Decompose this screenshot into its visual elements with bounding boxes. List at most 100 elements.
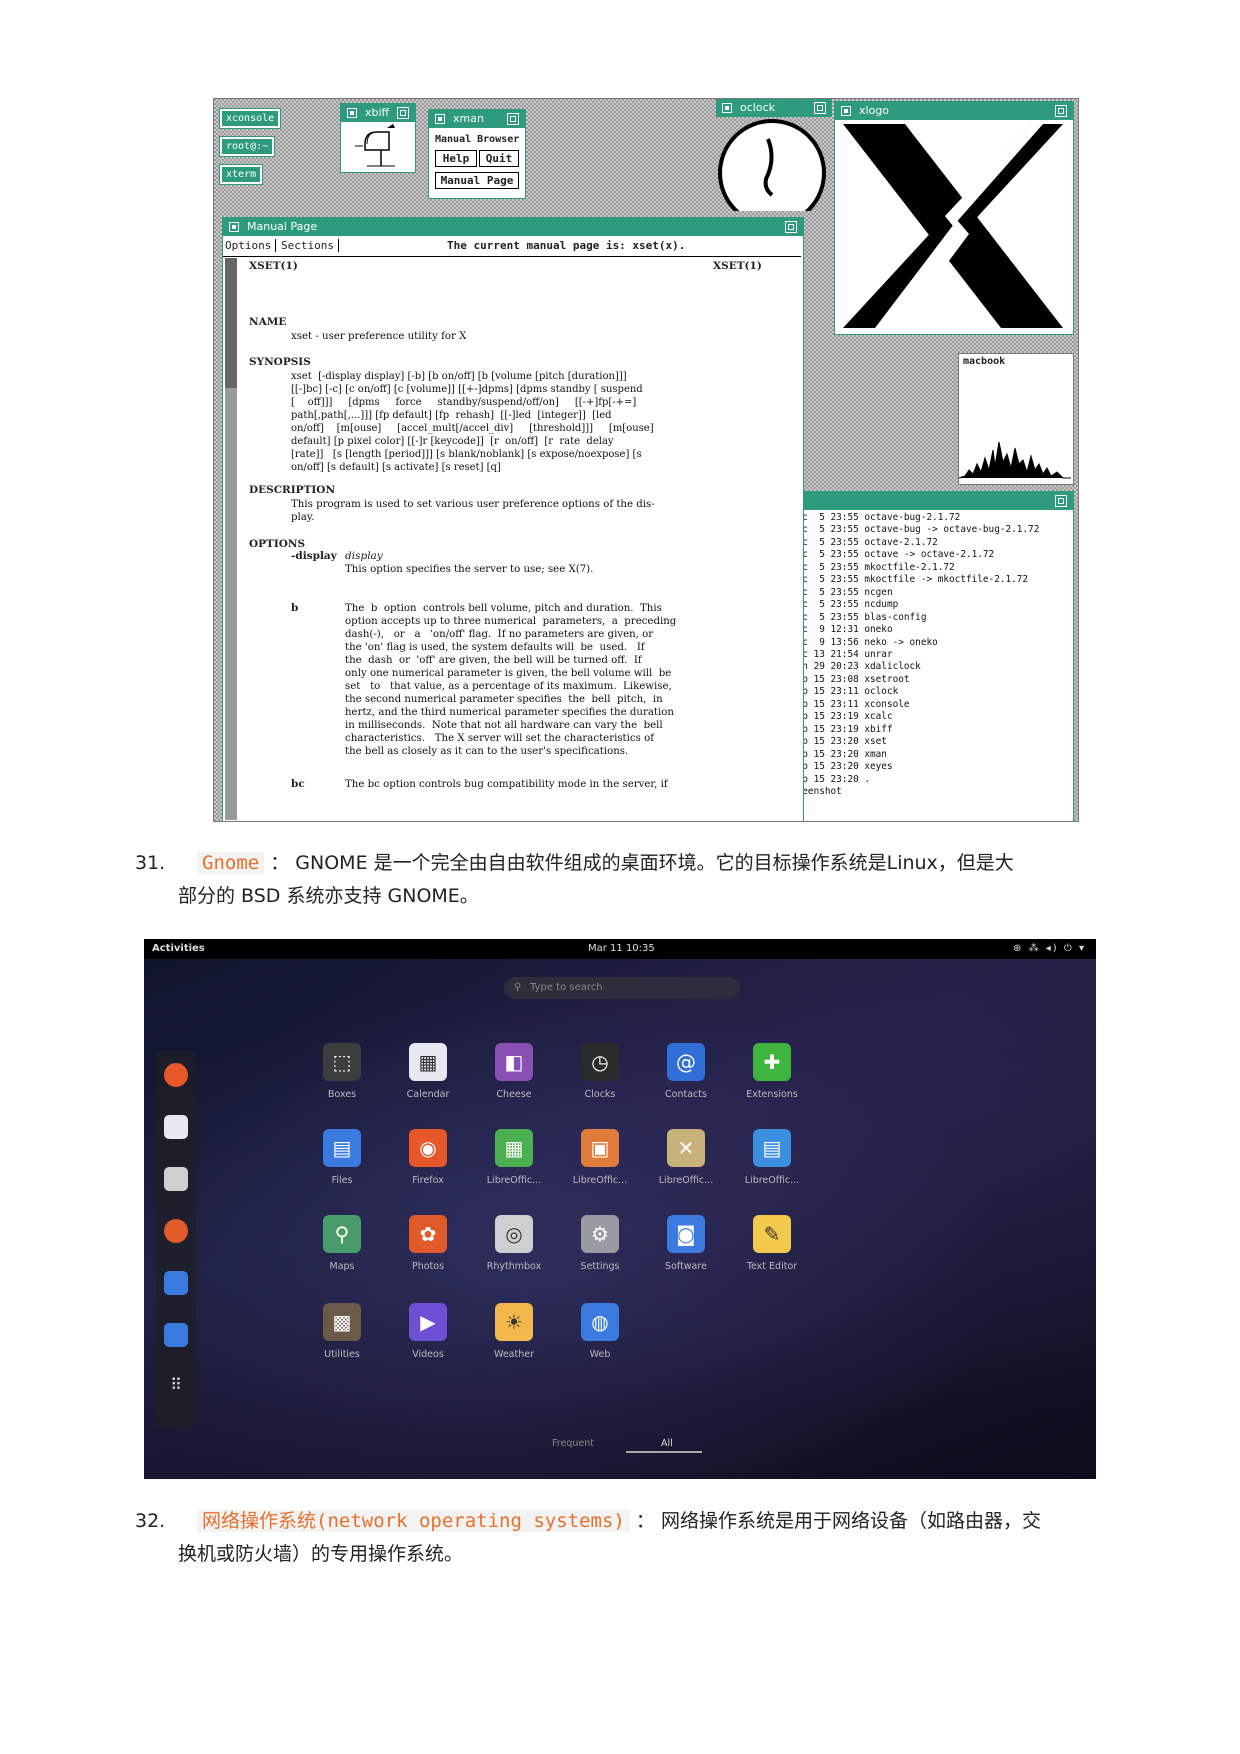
app-utilities[interactable]: ▩ Utilities (302, 1303, 382, 1360)
xterm-line: Dec 9 13:56 neko -> oneko (791, 636, 938, 648)
xman-manual-page-button[interactable]: Manual Page (435, 172, 519, 189)
maximize-icon[interactable] (814, 102, 826, 114)
app-photos[interactable]: ✿ Photos (388, 1215, 468, 1272)
sections-menu[interactable]: Sections (281, 239, 339, 252)
app-boxes[interactable]: ⬚ Boxes (302, 1043, 382, 1100)
xterm-line: Feb 15 23:08 xsetroot (791, 673, 910, 685)
app-maps[interactable]: ⚲ Maps (302, 1215, 382, 1272)
oclock-titlebar[interactable]: oclock (716, 99, 832, 117)
x-logo-icon (843, 124, 1063, 328)
xterm-output[interactable]: Dec 5 23:55 octave-bug-2.1.72 Dec 5 23:55… (791, 512, 1039, 798)
item-number: 31. (135, 852, 166, 874)
app-calendar[interactable]: ▦ Calendar (388, 1043, 468, 1100)
tab-all[interactable]: All (661, 1438, 673, 1449)
name-heading: NAME (249, 316, 287, 328)
tab-frequent[interactable]: Frequent (552, 1438, 594, 1449)
app-weather[interactable]: ☀ Weather (474, 1303, 554, 1360)
app-settings[interactable]: ⚙ Settings (560, 1215, 640, 1272)
options-heading: OPTIONS (249, 538, 306, 550)
maximize-icon[interactable] (507, 113, 519, 125)
xterm-line: Dec 5 23:55 octave-2.1.72 (791, 536, 938, 548)
xterm-launcher[interactable]: xterm (218, 164, 264, 185)
search-input[interactable]: ⚲ Type to search (504, 977, 740, 999)
app-libreoffice-writer[interactable]: ▤ LibreOffic... (732, 1129, 812, 1186)
xconsole-launcher[interactable]: xconsole (218, 108, 282, 129)
xman-title: xman (453, 112, 484, 125)
files-icon[interactable] (164, 1271, 188, 1295)
top-bar: Activities Mar 11 10:35 ⊕ ⁂ ◂) ⏻ ▾ (144, 939, 1096, 959)
xterm-line: Feb 15 23:20 xset (791, 736, 887, 748)
synopsis-heading: SYNOPSIS (249, 356, 311, 368)
app-extensions[interactable]: ✚ Extensions (732, 1043, 812, 1100)
maximize-icon[interactable] (1055, 105, 1067, 117)
xterm-line: Dec 5 23:55 blas-config (791, 611, 927, 623)
app-label: Settings (580, 1261, 620, 1272)
app-web[interactable]: ◍ Web (560, 1303, 640, 1360)
maximize-icon[interactable] (1055, 495, 1067, 507)
text-editor-icon: ✎ (753, 1215, 791, 1253)
network-os-link[interactable]: 网络操作系统(network operating systems) (197, 1510, 630, 1532)
app-software[interactable]: ◙ Software (646, 1215, 726, 1272)
xbiff-titlebar[interactable]: xbiff (341, 104, 415, 122)
maximize-icon[interactable] (397, 107, 409, 119)
header-left: XSET(1) (249, 260, 298, 272)
xterm-titlebar[interactable] (789, 492, 1073, 510)
app-clocks[interactable]: ◷ Clocks (560, 1043, 640, 1100)
root-terminal-launcher[interactable]: root@:~ (218, 136, 276, 157)
opt-display-arg: display (345, 550, 383, 562)
gnome-link[interactable]: Gnome (197, 852, 265, 874)
load-graph-icon (959, 441, 1071, 479)
app-videos[interactable]: ▶ Videos (388, 1303, 468, 1360)
xbiff-title: xbiff (365, 106, 390, 119)
item-number: 32. (135, 1510, 166, 1532)
app-label: Maps (329, 1261, 355, 1272)
top-bar-clock[interactable]: Mar 11 10:35 (588, 939, 655, 959)
app-contacts[interactable]: @ Contacts (646, 1043, 726, 1100)
software-icon: ◙ (667, 1215, 705, 1253)
item-text-continued: 部分的 BSD 系统亦支持 GNOME。 (178, 885, 479, 907)
app-grid-icon[interactable]: ⠿ (164, 1375, 188, 1399)
xterm-line: Feb 15 23:19 xbiff (791, 723, 893, 735)
rhythmbox-icon[interactable] (164, 1167, 188, 1191)
search-placeholder: Type to search (530, 982, 603, 993)
photos-icon[interactable] (164, 1219, 188, 1243)
search-icon: ⚲ (514, 982, 522, 993)
app-text-editor[interactable]: ✎ Text Editor (732, 1215, 812, 1272)
xlogo-titlebar[interactable]: xlogo (835, 102, 1073, 120)
app-files[interactable]: ▤ Files (302, 1129, 382, 1186)
activities-button[interactable]: Activities (152, 939, 205, 959)
maximize-icon[interactable] (785, 221, 797, 233)
app-libreoffice-calc[interactable]: ▦ LibreOffic... (474, 1129, 554, 1186)
app-firefox[interactable]: ◉ Firefox (388, 1129, 468, 1186)
software-icon[interactable] (164, 1323, 188, 1347)
app-libreoffice-impress[interactable]: ▣ LibreOffic... (560, 1129, 640, 1186)
opt-display-text: This option specifies the server to use;… (345, 564, 594, 575)
app-label: LibreOffic... (658, 1175, 714, 1186)
boxes-icon: ⬚ (323, 1043, 361, 1081)
app-cheese[interactable]: ◧ Cheese (474, 1043, 554, 1100)
weather-icon: ☀ (495, 1303, 533, 1341)
manual-scrollbar[interactable] (225, 258, 237, 820)
manual-page-titlebar[interactable]: Manual Page (223, 218, 803, 236)
app-libreoffice-draw[interactable]: ✕ LibreOffic... (646, 1129, 726, 1186)
system-tray[interactable]: ⊕ ⁂ ◂) ⏻ ▾ (1013, 939, 1086, 959)
options-menu[interactable]: Options (225, 239, 277, 252)
app-label: LibreOffic... (486, 1175, 542, 1186)
xterm-line: Feb 15 23:11 xconsole (791, 698, 910, 710)
app-label: Contacts (665, 1089, 707, 1100)
opt-b-text: The b option controls bell volume, pitch… (345, 603, 677, 757)
xterm-line: Dec 5 23:55 octave-bug-2.1.72 (791, 512, 961, 523)
scrollbar-thumb[interactable] (225, 258, 237, 388)
xman-help-button[interactable]: Help (435, 150, 477, 167)
calendar-icon[interactable] (164, 1115, 188, 1139)
app-label: Rhythmbox (486, 1261, 542, 1272)
xbiff-window: xbiff (340, 103, 416, 173)
xterm-line: Feb 15 23:19 xcalc (791, 711, 893, 723)
firefox-icon[interactable] (164, 1063, 188, 1087)
xman-titlebar[interactable]: xman (429, 110, 525, 128)
tab-indicator (626, 1451, 702, 1453)
app-rhythmbox[interactable]: ◎ Rhythmbox (474, 1215, 554, 1272)
xload-window: macbook (958, 353, 1074, 485)
xman-quit-button[interactable]: Quit (479, 150, 519, 167)
app-label: Web (589, 1349, 611, 1360)
